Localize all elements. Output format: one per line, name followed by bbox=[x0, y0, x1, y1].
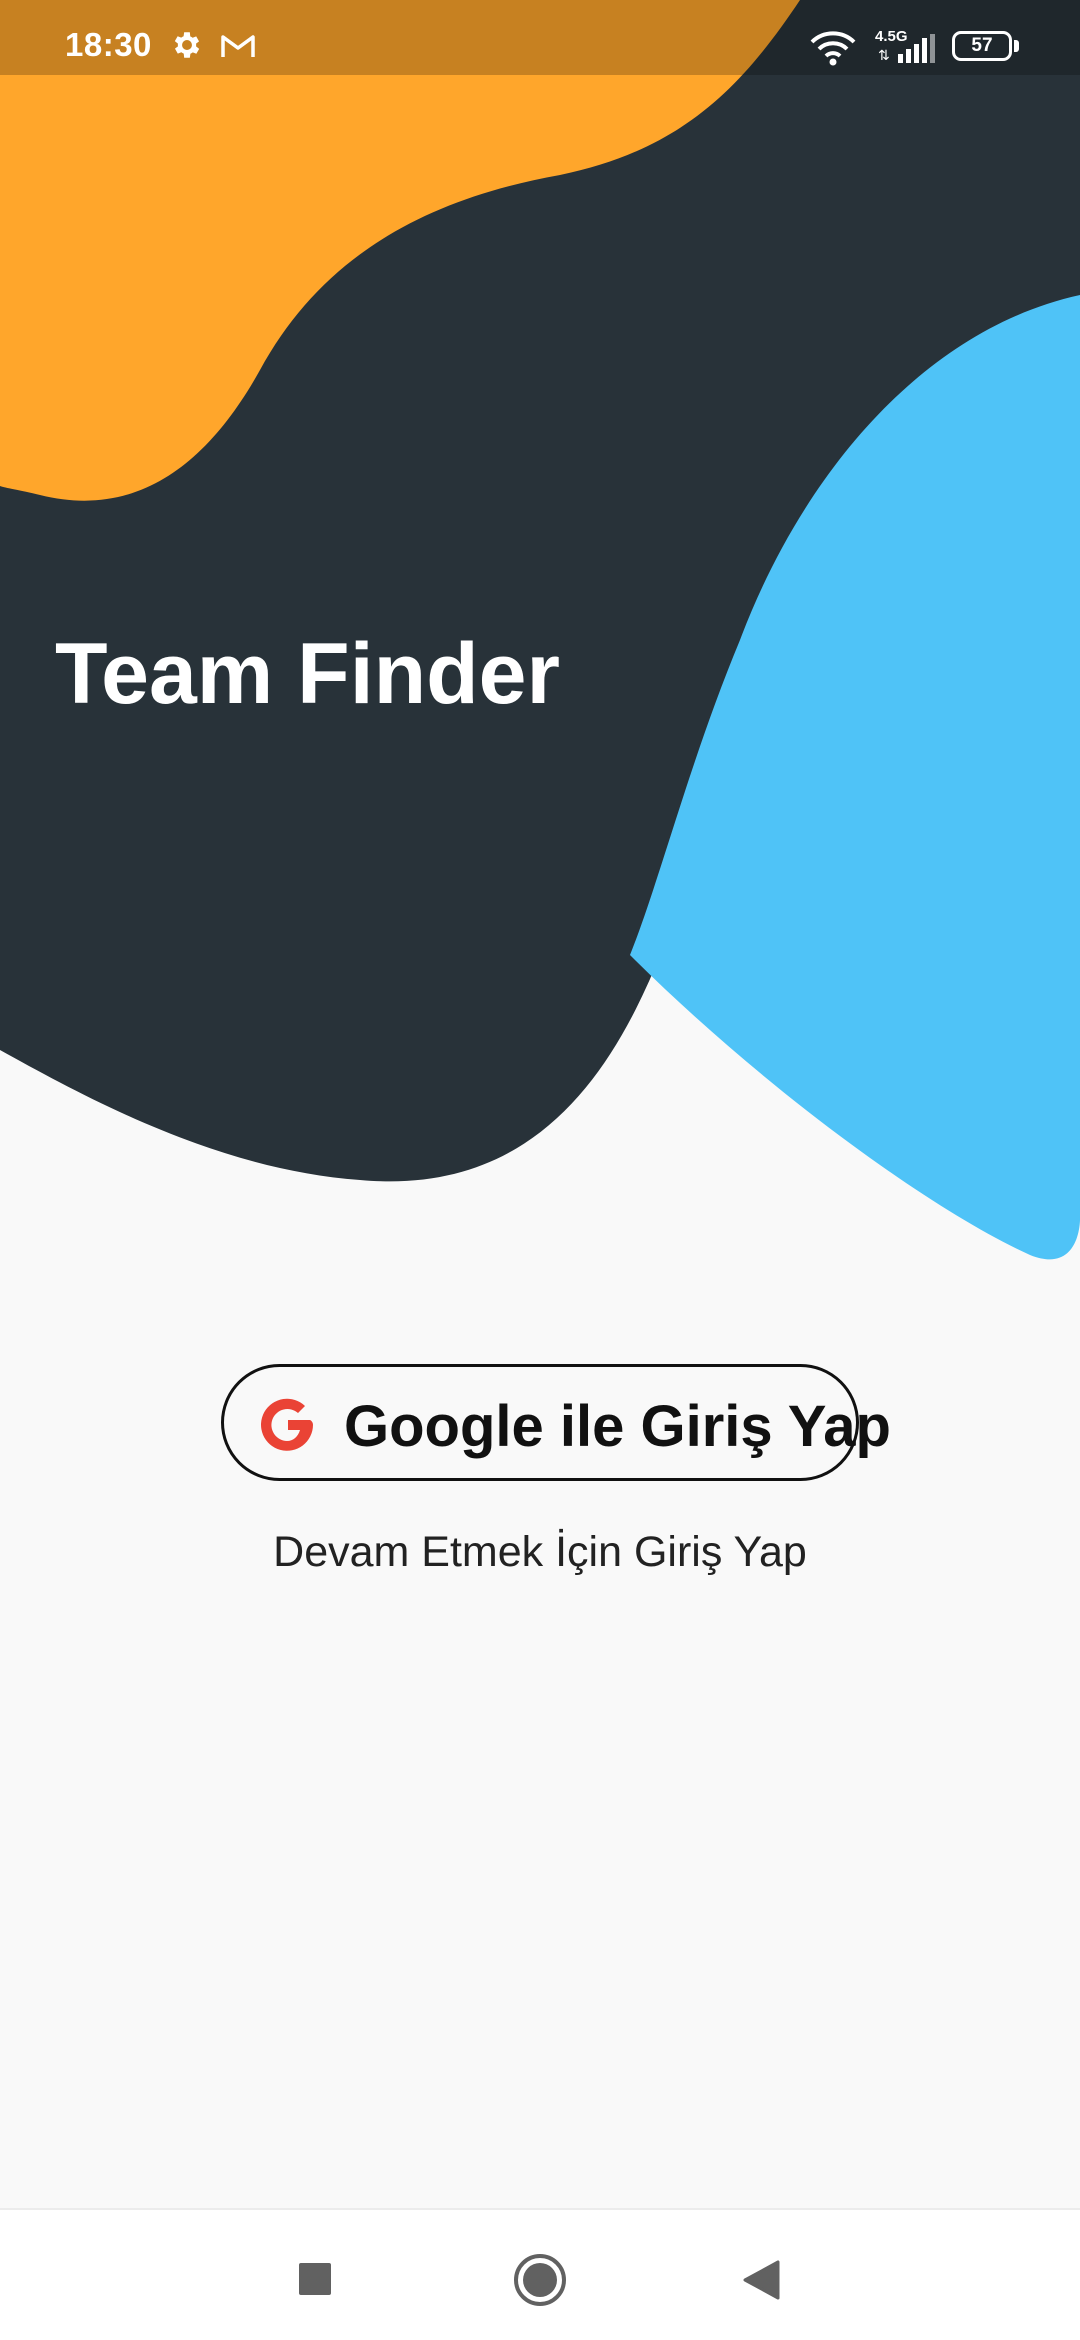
svg-text:⇅: ⇅ bbox=[878, 48, 890, 64]
battery-icon: 57 bbox=[952, 31, 1012, 61]
battery-tip bbox=[1014, 40, 1019, 52]
google-g-icon bbox=[255, 1393, 319, 1457]
google-sign-in-label: Google ile Giriş Yap bbox=[344, 1394, 891, 1459]
google-sign-in-button[interactable]: Google ile Giriş Yap bbox=[221, 1364, 891, 1481]
gmail-icon bbox=[220, 32, 256, 65]
app-title: Team Finder bbox=[55, 626, 560, 722]
continue-subtitle: Devam Etmek İçin Giriş Yap bbox=[273, 1528, 807, 1576]
background-shapes bbox=[0, 0, 1080, 2340]
gear-icon bbox=[170, 28, 204, 67]
status-time: 18:30 bbox=[65, 26, 152, 63]
home-circle-icon[interactable] bbox=[512, 2252, 568, 2313]
signal-icon: ⇅ bbox=[878, 34, 938, 69]
status-bar: 18:30 4.5G ⇅ 57 bbox=[0, 0, 1080, 75]
navigation-bar bbox=[0, 2208, 1080, 2340]
wifi-icon bbox=[808, 30, 858, 71]
recents-square-icon[interactable] bbox=[298, 2262, 332, 2301]
back-triangle-icon[interactable] bbox=[742, 2260, 780, 2305]
